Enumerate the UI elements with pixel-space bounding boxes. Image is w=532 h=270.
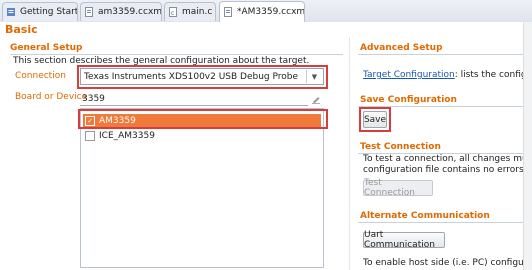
panel-separator [349,37,350,270]
test-connection-line1: To test a connection, all changes must h… [363,154,532,164]
connection-label: Connection [15,71,66,81]
tab-label: *AM3359.ccxml [237,7,305,17]
general-setup-divider [10,54,343,55]
connection-highlight [77,65,328,89]
test-connection-title: Test Connection [360,142,441,152]
general-setup-title: General Setup [10,43,83,53]
ccxml-editor: Basic General Setup This section describ… [0,22,532,270]
tab-label: Getting Started [20,7,78,17]
checkbox-icon[interactable] [85,131,95,141]
ccxml-file-icon [85,7,93,17]
board-filter-input[interactable]: 3359 [80,92,308,106]
getting-started-icon [7,8,15,16]
device-list: ✓ AM3359 ICE_AM3359 [80,108,324,268]
tab-getting-started[interactable]: Getting Started [2,2,78,21]
alternate-communication-text: To enable host side (i.e. PC) configurat… [363,258,532,268]
uart-communication-button[interactable]: Uart Communication [363,230,445,250]
clear-filter-icon[interactable] [311,94,321,104]
uart-communication-label: Uart Communication [364,230,435,250]
ccxml-file-icon [224,7,232,17]
advanced-setup-trailing: : lists the configurati [454,70,532,80]
tab-am3359-ccxml-active[interactable]: *AM3359.ccxml ✕ [219,1,305,22]
list-item-ice-am3359[interactable]: ICE_AM3359 [83,129,155,143]
advanced-setup-divider [358,54,523,55]
board-filter-value: 3359 [82,93,105,104]
editor-tab-bar: Getting Started am3359.ccxml c main.c *A… [0,0,532,23]
svg-text:c: c [171,10,174,17]
c-file-icon: c [169,7,177,17]
test-connection-button-label: Test Connection [364,178,415,198]
test-connection-line2: configuration file contains no errors an… [363,165,532,175]
device-label: ICE_AM3359 [99,131,155,141]
tab-main-c[interactable]: c main.c [164,2,216,21]
device-highlight [78,109,328,129]
save-configuration-title: Save Configuration [360,95,457,105]
alternate-communication-divider [358,222,523,223]
page-title: Basic [5,23,38,36]
tab-label: main.c [182,7,213,17]
tab-label: am3359.ccxml [98,7,162,17]
alternate-communication-title: Alternate Communication [360,211,490,221]
test-connection-button[interactable]: Test Connection [363,178,433,198]
target-configuration-link[interactable]: Target Configuration [363,70,455,80]
vertical-scrollbar[interactable] [523,22,532,270]
save-highlight [359,107,391,132]
board-or-device-label: Board or Device [15,92,88,102]
advanced-setup-text: Target Configuration: lists the configur… [363,70,532,80]
advanced-setup-title: Advanced Setup [360,43,443,53]
tab-am3359-ccxml-lower[interactable]: am3359.ccxml [80,2,162,21]
